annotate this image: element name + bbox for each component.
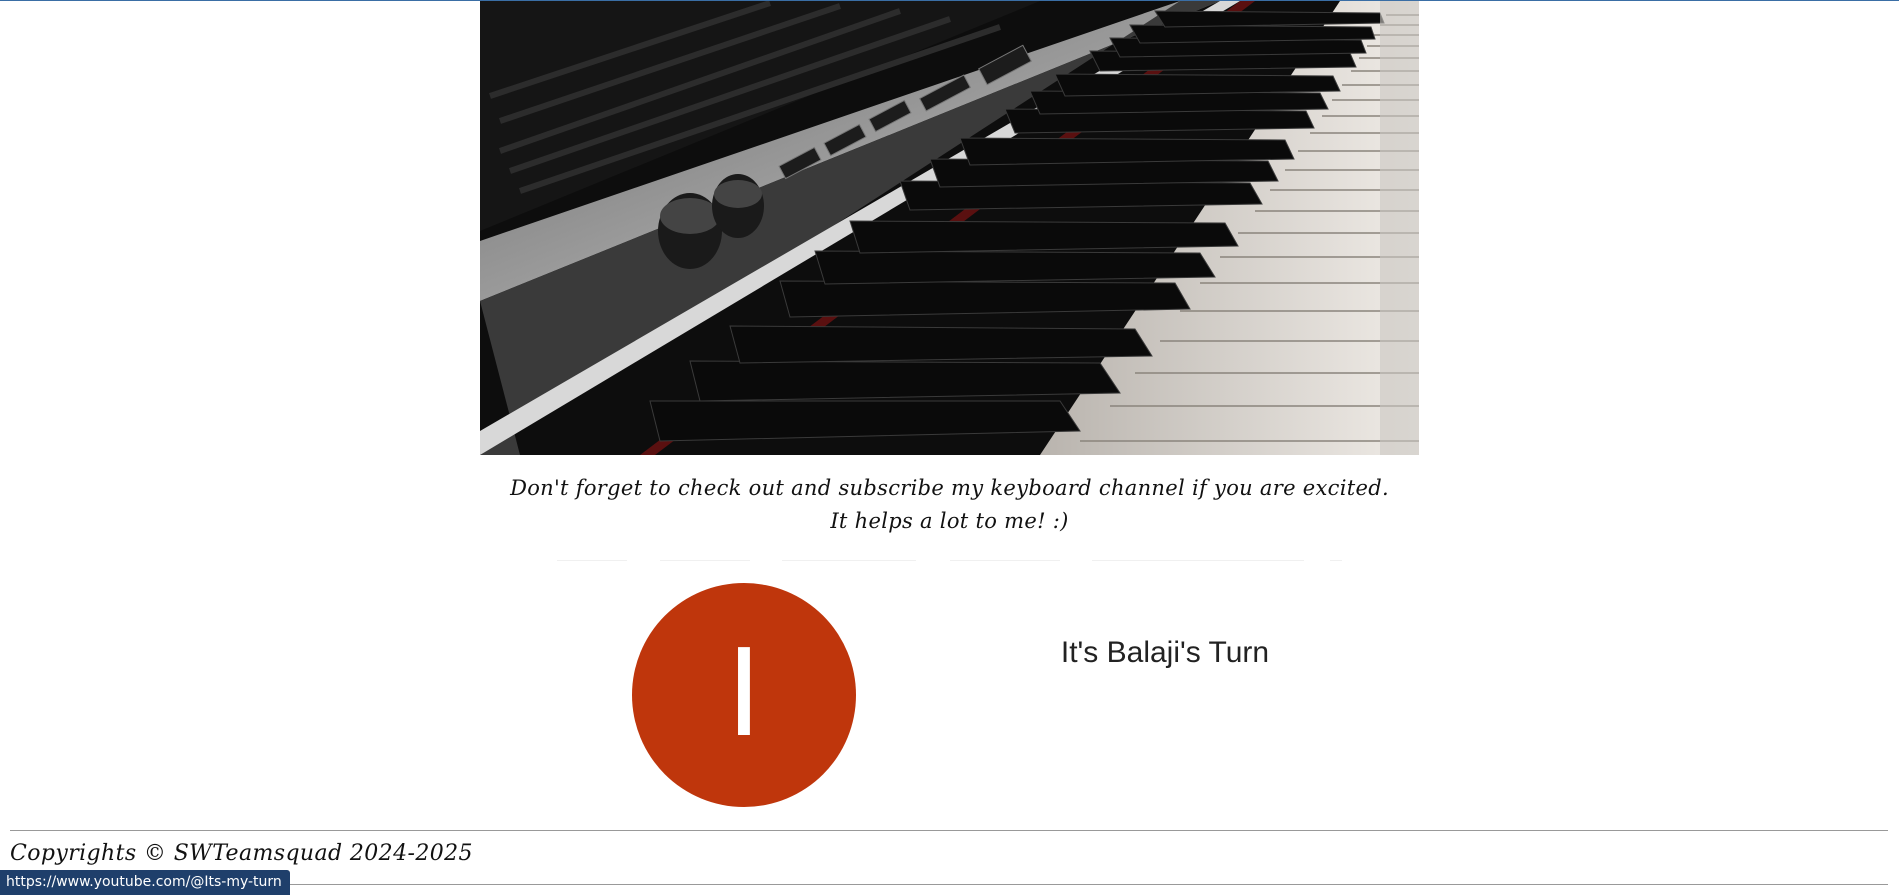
piano-hero-image	[480, 1, 1419, 455]
caption-line-2: It helps a lot to me! :)	[830, 509, 1069, 533]
caption-line-1: Don't forget to check out and subscribe …	[510, 476, 1389, 500]
channel-name-link[interactable]: It's Balaji's Turn	[1020, 636, 1310, 670]
channel-avatar[interactable]: I	[632, 583, 856, 807]
footer-divider-top	[10, 830, 1888, 831]
avatar-letter: I	[726, 625, 762, 764]
link-status-bar: https://www.youtube.com/@Its-my-turn	[0, 870, 290, 895]
footer-divider-bottom	[10, 884, 1888, 885]
copyright-text: Copyrights © SWTeamsquad 2024-2025	[10, 841, 473, 866]
subscribe-caption: Don't forget to check out and subscribe …	[480, 472, 1419, 538]
divider-dashes	[0, 560, 1899, 561]
